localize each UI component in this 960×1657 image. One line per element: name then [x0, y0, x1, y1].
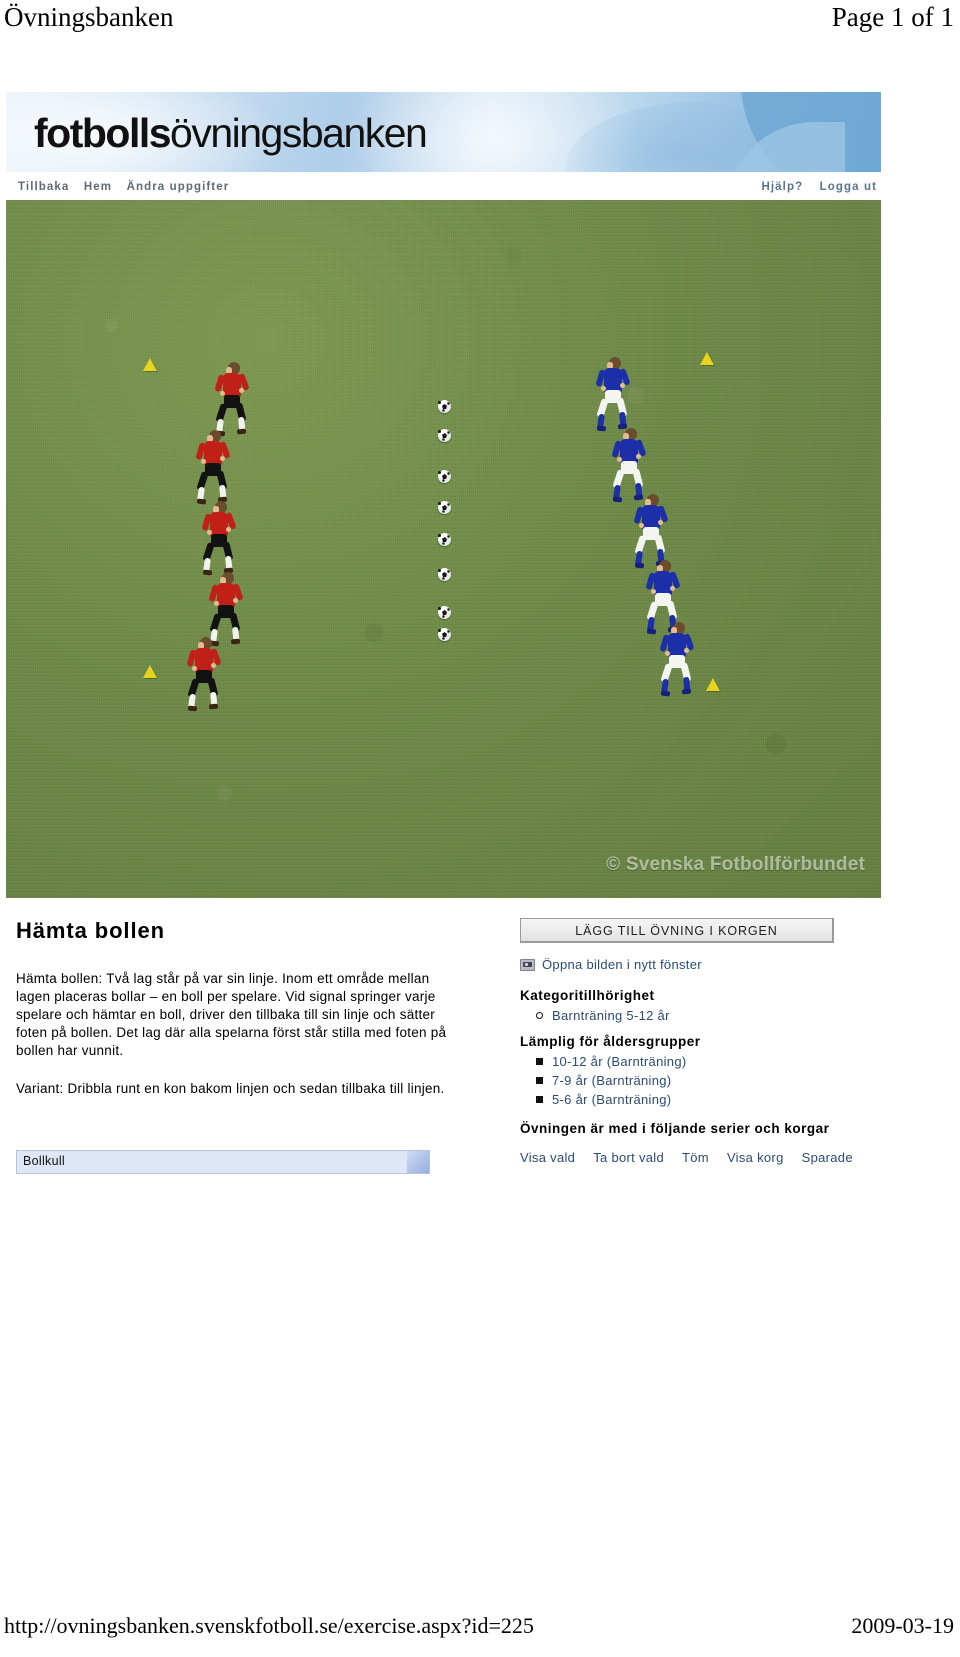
site-logo[interactable]: fotbollsövningsbanken — [34, 110, 428, 157]
cone-marker-icon — [143, 358, 157, 371]
cone-marker-icon — [700, 352, 714, 365]
copyright-watermark: © Svenska Fotbollförbundet — [606, 854, 865, 875]
age-group-link[interactable]: 5-6 år (Barnträning) — [552, 1092, 671, 1107]
list-item: 5-6 år (Barnträning) — [536, 1090, 936, 1109]
category-heading: Kategoritillhörighet — [520, 988, 655, 1003]
detail-content: Hämta bollen Hämta bollen: Två lag står … — [6, 918, 956, 1208]
soccer-ball-icon — [438, 568, 451, 581]
add-to-basket-button[interactable]: LÄGG TILL ÖVNING I KORGEN — [520, 918, 834, 943]
bullet-marker-icon — [536, 1012, 543, 1019]
cone-marker-icon — [706, 678, 720, 691]
age-group-link[interactable]: 10-12 år (Barnträning) — [552, 1054, 687, 1069]
print-header-title: Övningsbanken — [4, 2, 174, 32]
basket-link-tom[interactable]: Töm — [682, 1150, 709, 1165]
series-listbox[interactable]: Bollkull — [16, 1150, 430, 1174]
basket-link-ta-bort-vald[interactable]: Ta bort vald — [593, 1150, 664, 1165]
category-link[interactable]: Barnträning 5-12 år — [552, 1008, 670, 1023]
print-header-page-number: Page 1 of 1 — [831, 2, 954, 32]
logo-text-bold: fotbolls — [34, 110, 172, 156]
open-image-row: Öppna bilden i nytt fönster — [520, 957, 936, 972]
age-group-list: 10-12 år (Barnträning) 7-9 år (Barntränin… — [506, 1052, 936, 1109]
soccer-ball-icon — [438, 501, 451, 514]
series-listbox-scrollbar[interactable] — [407, 1151, 429, 1173]
soccer-ball-icon — [438, 429, 451, 442]
soccer-ball-icon — [438, 628, 451, 641]
player-blue-team — [611, 428, 647, 503]
exercise-text-column: Hämta bollen Hämta bollen: Två lag står … — [16, 918, 466, 1098]
player-red-team — [208, 572, 244, 647]
print-footer: http://ovningsbanken.svenskfotboll.se/ex… — [0, 1613, 960, 1647]
basket-action-links: Visa vald Ta bort vald Töm Visa korg Sparade — [520, 1150, 930, 1165]
soccer-ball-icon — [438, 606, 451, 619]
age-group-link[interactable]: 7-9 år (Barnträning) — [552, 1073, 671, 1088]
list-item: Barnträning 5-12 år — [536, 1006, 936, 1025]
site-banner: fotbollsövningsbanken — [6, 92, 881, 172]
exercise-description: Hämta bollen: Två lag står på var sin li… — [16, 971, 447, 1058]
open-image-link[interactable]: Öppna bilden i nytt fönster — [542, 957, 702, 972]
soccer-ball-icon — [438, 533, 451, 546]
bullet-marker-icon — [536, 1077, 543, 1084]
exercise-sidebar-column: LÄGG TILL ÖVNING I KORGEN Öppna bilden i… — [506, 918, 936, 1165]
nav-link-hjalp[interactable]: Hjälp? — [761, 181, 803, 193]
player-red-team — [201, 501, 237, 576]
bullet-marker-icon — [536, 1058, 543, 1065]
cone-marker-icon — [143, 665, 157, 678]
list-item: 7-9 år (Barnträning) — [536, 1071, 936, 1090]
player-red-team — [195, 430, 231, 505]
navigation-bar: Tillbaka Hem Ändra uppgifter Hjälp? Logg… — [6, 172, 881, 200]
basket-link-visa-korg[interactable]: Visa korg — [727, 1150, 784, 1165]
soccer-ball-icon — [438, 470, 451, 483]
player-blue-team — [595, 357, 631, 432]
nav-link-andra-uppgifter[interactable]: Ändra uppgifter — [127, 181, 230, 193]
page-content: fotbollsövningsbanken Tillbaka Hem Ändra… — [0, 92, 960, 1208]
basket-link-visa-vald[interactable]: Visa vald — [520, 1150, 575, 1165]
exercise-variant: Variant: Dribbla runt en kon bakom linje… — [16, 1081, 445, 1096]
player-blue-team — [633, 494, 669, 569]
nav-right-group: Hjälp? Logga ut — [749, 177, 877, 195]
print-header: Övningsbanken Page 1 of 1 — [0, 0, 960, 46]
nav-link-tillbaka[interactable]: Tillbaka — [18, 181, 69, 193]
player-blue-team — [659, 622, 695, 697]
nav-link-logga-ut[interactable]: Logga ut — [820, 181, 877, 193]
basket-link-sparade[interactable]: Sparade — [802, 1150, 853, 1165]
soccer-ball-icon — [438, 400, 451, 413]
exercise-diagram[interactable]: © Svenska Fotbollförbundet — [6, 200, 881, 898]
player-red-team — [186, 637, 222, 712]
page-title: Hämta bollen — [16, 918, 165, 943]
series-listbox-selected-item[interactable]: Bollkull — [23, 1154, 65, 1168]
player-red-team — [214, 362, 250, 437]
print-footer-date: 2009-03-19 — [851, 1613, 954, 1638]
category-list: Barnträning 5-12 år — [506, 1006, 936, 1025]
list-item: 10-12 år (Barnträning) — [536, 1052, 936, 1071]
grass-texture — [6, 200, 881, 898]
logo-text-light: övningsbanken — [170, 110, 428, 156]
nav-left-group: Tillbaka Hem Ändra uppgifter — [18, 177, 239, 195]
series-heading: Övningen är med i följande serier och ko… — [520, 1121, 830, 1136]
print-footer-url: http://ovningsbanken.svenskfotboll.se/ex… — [4, 1613, 534, 1638]
nav-link-hem[interactable]: Hem — [84, 181, 112, 193]
bullet-marker-icon — [536, 1096, 543, 1103]
age-group-heading: Lämplig för åldersgrupper — [520, 1034, 701, 1049]
image-icon — [520, 958, 535, 971]
